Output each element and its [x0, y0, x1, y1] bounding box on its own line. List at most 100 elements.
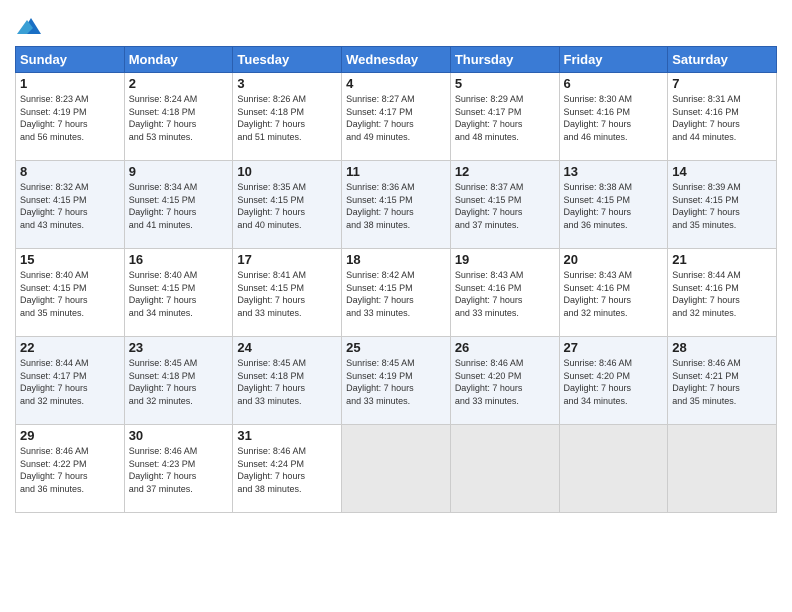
day-number: 27 — [564, 340, 664, 355]
cell-text: Sunrise: 8:46 AMSunset: 4:20 PMDaylight:… — [455, 357, 555, 407]
day-number: 9 — [129, 164, 229, 179]
day-number: 11 — [346, 164, 446, 179]
cell-text: Sunrise: 8:46 AMSunset: 4:21 PMDaylight:… — [672, 357, 772, 407]
day-number: 31 — [237, 428, 337, 443]
cell-text: Sunrise: 8:31 AMSunset: 4:16 PMDaylight:… — [672, 93, 772, 143]
calendar-cell: 10Sunrise: 8:35 AMSunset: 4:15 PMDayligh… — [233, 161, 342, 249]
cell-text: Sunrise: 8:29 AMSunset: 4:17 PMDaylight:… — [455, 93, 555, 143]
calendar-cell: 5 Sunrise: 8:29 AMSunset: 4:17 PMDaylight… — [450, 73, 559, 161]
calendar-cell: 12 Sunrise: 8:37 AMSunset: 4:15 PMDayligh… — [450, 161, 559, 249]
day-number: 22 — [20, 340, 120, 355]
calendar-cell: 27 Sunrise: 8:46 AMSunset: 4:20 PMDayligh… — [559, 337, 668, 425]
calendar-cell: 15 Sunrise: 8:40 AMSunset: 4:15 PMDayligh… — [16, 249, 125, 337]
day-number: 13 — [564, 164, 664, 179]
cell-text: Sunrise: 8:46 AMSunset: 4:23 PMDaylight:… — [129, 445, 229, 495]
cell-text: Sunrise: 8:30 AMSunset: 4:16 PMDaylight:… — [564, 93, 664, 143]
week-row-3: 15 Sunrise: 8:40 AMSunset: 4:15 PMDayligh… — [16, 249, 777, 337]
cell-text: Sunrise: 8:26 AMSunset: 4:18 PMDaylight:… — [237, 93, 337, 143]
calendar-cell: 26 Sunrise: 8:46 AMSunset: 4:20 PMDayligh… — [450, 337, 559, 425]
calendar-cell — [559, 425, 668, 513]
day-number: 1 — [20, 76, 120, 91]
calendar-cell: 24Sunrise: 8:45 AMSunset: 4:18 PMDayligh… — [233, 337, 342, 425]
cell-text: Sunrise: 8:38 AMSunset: 4:15 PMDaylight:… — [564, 181, 664, 231]
week-row-4: 22 Sunrise: 8:44 AMSunset: 4:17 PMDayligh… — [16, 337, 777, 425]
calendar-cell: 13 Sunrise: 8:38 AMSunset: 4:15 PMDayligh… — [559, 161, 668, 249]
weekday-header-thursday: Thursday — [450, 47, 559, 73]
day-number: 17 — [237, 252, 337, 267]
calendar-cell: 29 Sunrise: 8:46 AMSunset: 4:22 PMDayligh… — [16, 425, 125, 513]
calendar-cell: 20Sunrise: 8:43 AMSunset: 4:16 PMDayligh… — [559, 249, 668, 337]
calendar-cell: 14Sunrise: 8:39 AMSunset: 4:15 PMDayligh… — [668, 161, 777, 249]
day-number: 4 — [346, 76, 446, 91]
weekday-header-wednesday: Wednesday — [342, 47, 451, 73]
cell-text: Sunrise: 8:40 AMSunset: 4:15 PMDaylight:… — [129, 269, 229, 319]
day-number: 19 — [455, 252, 555, 267]
cell-text: Sunrise: 8:46 AMSunset: 4:24 PMDaylight:… — [237, 445, 337, 495]
calendar: SundayMondayTuesdayWednesdayThursdayFrid… — [15, 46, 777, 513]
calendar-cell: 8 Sunrise: 8:32 AMSunset: 4:15 PMDaylight… — [16, 161, 125, 249]
weekday-header-sunday: Sunday — [16, 47, 125, 73]
weekday-header-friday: Friday — [559, 47, 668, 73]
cell-text: Sunrise: 8:46 AMSunset: 4:20 PMDaylight:… — [564, 357, 664, 407]
cell-text: Sunrise: 8:37 AMSunset: 4:15 PMDaylight:… — [455, 181, 555, 231]
cell-text: Sunrise: 8:41 AMSunset: 4:15 PMDaylight:… — [237, 269, 337, 319]
calendar-cell: 21 Sunrise: 8:44 AMSunset: 4:16 PMDayligh… — [668, 249, 777, 337]
cell-text: Sunrise: 8:46 AMSunset: 4:22 PMDaylight:… — [20, 445, 120, 495]
calendar-cell — [342, 425, 451, 513]
cell-text: Sunrise: 8:27 AMSunset: 4:17 PMDaylight:… — [346, 93, 446, 143]
calendar-cell: 22 Sunrise: 8:44 AMSunset: 4:17 PMDayligh… — [16, 337, 125, 425]
cell-text: Sunrise: 8:39 AMSunset: 4:15 PMDaylight:… — [672, 181, 772, 231]
day-number: 18 — [346, 252, 446, 267]
day-number: 15 — [20, 252, 120, 267]
calendar-cell: 28 Sunrise: 8:46 AMSunset: 4:21 PMDayligh… — [668, 337, 777, 425]
calendar-cell: 23 Sunrise: 8:45 AMSunset: 4:18 PMDayligh… — [124, 337, 233, 425]
day-number: 30 — [129, 428, 229, 443]
calendar-cell — [668, 425, 777, 513]
header — [15, 10, 777, 38]
cell-text: Sunrise: 8:34 AMSunset: 4:15 PMDaylight:… — [129, 181, 229, 231]
day-number: 23 — [129, 340, 229, 355]
calendar-cell: 3 Sunrise: 8:26 AMSunset: 4:18 PMDaylight… — [233, 73, 342, 161]
calendar-cell: 31 Sunrise: 8:46 AMSunset: 4:24 PMDayligh… — [233, 425, 342, 513]
calendar-cell: 6 Sunrise: 8:30 AMSunset: 4:16 PMDaylight… — [559, 73, 668, 161]
day-number: 24 — [237, 340, 337, 355]
day-number: 3 — [237, 76, 337, 91]
cell-text: Sunrise: 8:44 AMSunset: 4:16 PMDaylight:… — [672, 269, 772, 319]
day-number: 29 — [20, 428, 120, 443]
day-number: 7 — [672, 76, 772, 91]
calendar-cell: 2 Sunrise: 8:24 AMSunset: 4:18 PMDaylight… — [124, 73, 233, 161]
calendar-cell: 17 Sunrise: 8:41 AMSunset: 4:15 PMDayligh… — [233, 249, 342, 337]
weekday-header-saturday: Saturday — [668, 47, 777, 73]
cell-text: Sunrise: 8:24 AMSunset: 4:18 PMDaylight:… — [129, 93, 229, 143]
week-row-5: 29 Sunrise: 8:46 AMSunset: 4:22 PMDayligh… — [16, 425, 777, 513]
day-number: 28 — [672, 340, 772, 355]
weekday-header-tuesday: Tuesday — [233, 47, 342, 73]
day-number: 6 — [564, 76, 664, 91]
cell-text: Sunrise: 8:45 AMSunset: 4:19 PMDaylight:… — [346, 357, 446, 407]
day-number: 20 — [564, 252, 664, 267]
cell-text: Sunrise: 8:36 AMSunset: 4:15 PMDaylight:… — [346, 181, 446, 231]
calendar-cell: 11 Sunrise: 8:36 AMSunset: 4:15 PMDayligh… — [342, 161, 451, 249]
calendar-cell: 30 Sunrise: 8:46 AMSunset: 4:23 PMDayligh… — [124, 425, 233, 513]
day-number: 5 — [455, 76, 555, 91]
day-number: 12 — [455, 164, 555, 179]
day-number: 2 — [129, 76, 229, 91]
week-row-1: 1 Sunrise: 8:23 AMSunset: 4:19 PMDaylight… — [16, 73, 777, 161]
calendar-cell: 4 Sunrise: 8:27 AMSunset: 4:17 PMDaylight… — [342, 73, 451, 161]
day-number: 16 — [129, 252, 229, 267]
calendar-cell: 9 Sunrise: 8:34 AMSunset: 4:15 PMDaylight… — [124, 161, 233, 249]
cell-text: Sunrise: 8:23 AMSunset: 4:19 PMDaylight:… — [20, 93, 120, 143]
day-number: 26 — [455, 340, 555, 355]
calendar-cell: 25Sunrise: 8:45 AMSunset: 4:19 PMDayligh… — [342, 337, 451, 425]
cell-text: Sunrise: 8:45 AMSunset: 4:18 PMDaylight:… — [129, 357, 229, 407]
page: SundayMondayTuesdayWednesdayThursdayFrid… — [0, 0, 792, 612]
day-number: 8 — [20, 164, 120, 179]
calendar-cell: 18Sunrise: 8:42 AMSunset: 4:15 PMDayligh… — [342, 249, 451, 337]
calendar-cell: 1 Sunrise: 8:23 AMSunset: 4:19 PMDaylight… — [16, 73, 125, 161]
cell-text: Sunrise: 8:40 AMSunset: 4:15 PMDaylight:… — [20, 269, 120, 319]
cell-text: Sunrise: 8:44 AMSunset: 4:17 PMDaylight:… — [20, 357, 120, 407]
weekday-header-row: SundayMondayTuesdayWednesdayThursdayFrid… — [16, 47, 777, 73]
weekday-header-monday: Monday — [124, 47, 233, 73]
cell-text: Sunrise: 8:32 AMSunset: 4:15 PMDaylight:… — [20, 181, 120, 231]
day-number: 21 — [672, 252, 772, 267]
